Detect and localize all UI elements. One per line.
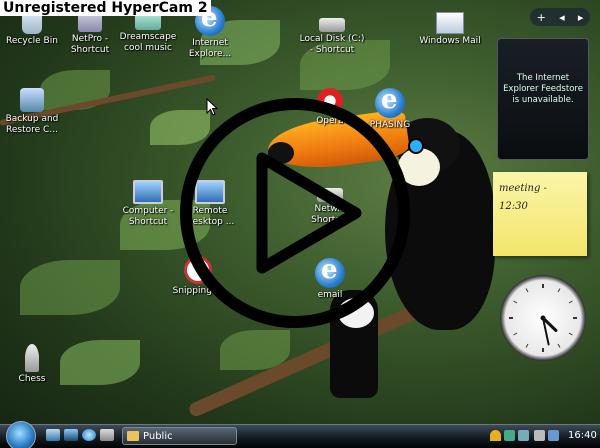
- foliage-leaf: [150, 110, 210, 145]
- desktop-icon-backup-restore[interactable]: Backup andRestore C...: [0, 88, 64, 136]
- clock-tick: [514, 301, 517, 303]
- backup-icon: [20, 88, 44, 112]
- sidebar-controls: + ◂ ▸: [530, 8, 590, 26]
- volume-icon[interactable]: [534, 430, 545, 441]
- icon-label-line: PHASING: [370, 120, 410, 130]
- recorder-watermark: Unregistered HyperCam 2: [0, 0, 211, 16]
- mail-icon: [436, 12, 464, 34]
- icon-label-line: Chess: [19, 374, 46, 384]
- clock-tick: [558, 344, 560, 347]
- sync-icon[interactable]: [518, 430, 529, 441]
- folder-icon[interactable]: [100, 429, 114, 441]
- desktop-icon-windows-mail[interactable]: Windows Mail: [414, 6, 486, 47]
- network-icon[interactable]: [504, 430, 515, 441]
- add-gadget-button[interactable]: +: [537, 11, 546, 24]
- clock-tick: [569, 301, 572, 303]
- icon-label-line: Shortcut: [129, 217, 167, 227]
- clock-face: [500, 275, 586, 361]
- desktop-icon-chess[interactable]: Chess: [0, 344, 64, 385]
- icon-label-line: Local Disk (C:): [300, 34, 365, 44]
- clock-tick: [569, 333, 572, 335]
- icon-label-line: Backup and: [6, 114, 59, 124]
- computer-icon: [133, 180, 163, 204]
- clock-tick: [514, 333, 517, 335]
- icon-label-line: Dreamscape: [120, 32, 177, 42]
- switch-windows-icon[interactable]: [64, 429, 78, 441]
- display-icon[interactable]: [548, 430, 559, 441]
- play-icon[interactable]: [252, 150, 364, 276]
- clock-tick: [526, 289, 528, 292]
- icon-label-line: NetPro -: [72, 34, 108, 44]
- note-line: meeting -: [499, 180, 581, 198]
- taskbar-window-label: Public: [143, 431, 173, 442]
- internet-explorer-icon: [375, 88, 405, 118]
- foliage-leaf: [20, 260, 120, 315]
- desktop-icon-computer-shortcut[interactable]: Computer -Shortcut: [116, 176, 180, 228]
- clock-center: [541, 316, 546, 321]
- show-desktop-icon[interactable]: [46, 429, 60, 441]
- icon-label-line: cool music: [124, 43, 172, 53]
- security-shield-icon[interactable]: [490, 430, 501, 441]
- next-page-button[interactable]: ▸: [578, 11, 584, 24]
- icon-label-line: Shortcut: [71, 45, 109, 55]
- note-line: 12:30: [499, 198, 581, 216]
- foliage-leaf: [60, 340, 140, 385]
- folder-icon: [127, 431, 139, 441]
- feed-headlines-gadget[interactable]: The Internet Explorer Feedstore is unava…: [497, 38, 589, 160]
- icon-label-line: Windows Mail: [419, 36, 480, 46]
- notes-gadget[interactable]: meeting - 12:30: [493, 172, 587, 256]
- feed-error-message: The Internet Explorer Feedstore is unava…: [503, 73, 583, 105]
- chess-piece-icon: [25, 344, 39, 372]
- icon-label-line: Restore C...: [6, 125, 58, 135]
- start-button[interactable]: [6, 421, 36, 448]
- mouse-cursor-icon: [206, 98, 218, 116]
- icon-label-line: Recycle Bin: [6, 36, 58, 46]
- internet-explorer-icon[interactable]: [82, 429, 96, 441]
- desktop: Recycle Bin NetPro -Shortcut Dreamscapec…: [0, 0, 600, 448]
- icon-label-line: Computer -: [123, 206, 174, 216]
- taskbar-window-public[interactable]: Public: [122, 427, 237, 445]
- clock-gadget[interactable]: [500, 275, 586, 361]
- hard-disk-icon: [319, 18, 345, 32]
- desktop-icon-local-disk[interactable]: Local Disk (C:)- Shortcut: [294, 8, 370, 56]
- taskbar-clock[interactable]: 16:40: [568, 428, 597, 444]
- toucan-eye: [408, 138, 424, 154]
- clock-tick: [558, 289, 560, 292]
- previous-page-button[interactable]: ◂: [559, 11, 565, 24]
- clock-tick: [526, 344, 528, 347]
- icon-label-line: Explore...: [189, 49, 231, 59]
- icon-label-line: Internet: [192, 38, 228, 48]
- icon-label-line: - Shortcut: [310, 45, 354, 55]
